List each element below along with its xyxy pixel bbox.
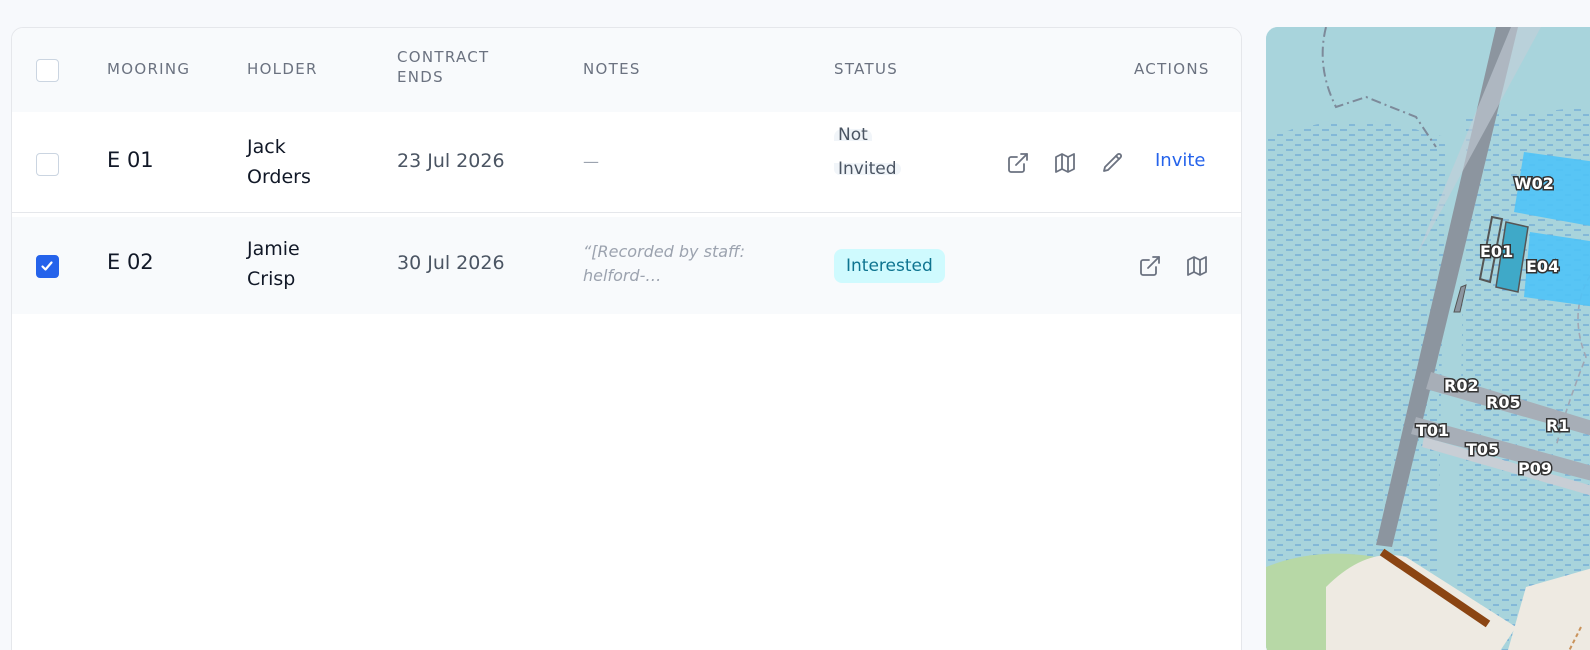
open-external-icon[interactable] (1138, 254, 1162, 278)
map-label[interactable]: E01 (1479, 241, 1515, 263)
header-contract-ends-line2: ENDS (397, 68, 444, 86)
header-actions: ACTIONS (1134, 60, 1210, 78)
table-header: MOORING HOLDER CONTRACT ENDS NOTES STATU… (12, 28, 1241, 112)
edit-pencil-icon[interactable] (1101, 151, 1125, 175)
notes-text[interactable]: “[Recorded by staff: helford-… (583, 240, 793, 288)
holder-name: Jack Orders (247, 132, 367, 192)
holder-name: Jamie Crisp (247, 234, 367, 294)
mooring-id: E 02 (107, 250, 154, 274)
row-checkbox-checked[interactable] (36, 255, 59, 278)
table-row[interactable]: E 01 Jack Orders 23 Jul 2026 — Not Invit… (12, 112, 1241, 213)
header-mooring[interactable]: MOORING (107, 59, 190, 79)
map-label[interactable]: R02 (1443, 375, 1481, 397)
holder-first-name: Jamie (247, 238, 300, 260)
select-all-checkbox[interactable] (36, 59, 59, 82)
status-badge: Not Invited (834, 127, 901, 178)
notes-line1: “[Recorded by staff: (583, 242, 745, 261)
map-label[interactable]: T05 (1465, 439, 1501, 461)
open-external-icon[interactable] (1006, 151, 1030, 175)
invite-button[interactable]: Invite (1155, 150, 1206, 171)
map-label[interactable]: E04 (1525, 256, 1561, 278)
status-line1: Not (834, 127, 872, 144)
map-label[interactable]: T01 (1415, 420, 1451, 442)
map-canvas[interactable]: W02 E01 E04 R02 R05 R1 T01 T05 P09 (1266, 27, 1590, 650)
status-badge: Interested (834, 249, 945, 283)
header-contract-ends[interactable]: CONTRACT ENDS (397, 47, 490, 87)
map-label[interactable]: R05 (1485, 392, 1523, 414)
map-label[interactable]: R1 (1545, 415, 1571, 437)
status-line2: Invited (834, 161, 901, 178)
moorings-table: MOORING HOLDER CONTRACT ENDS NOTES STATU… (11, 27, 1242, 650)
header-notes[interactable]: NOTES (583, 59, 641, 79)
table-row[interactable]: E 02 Jamie Crisp 30 Jul 2026 “[Recorded … (12, 217, 1241, 314)
holder-last-name: Orders (247, 166, 311, 188)
map-label[interactable]: W02 (1513, 173, 1556, 195)
contract-end-date: 30 Jul 2026 (397, 252, 505, 274)
notes-line2: helford-… (583, 266, 662, 285)
row-checkbox[interactable] (36, 153, 59, 176)
map-label[interactable]: P09 (1517, 458, 1554, 480)
header-status[interactable]: STATUS (834, 59, 898, 79)
holder-last-name: Crisp (247, 268, 296, 290)
notes-empty: — (583, 152, 599, 171)
page: MOORING HOLDER CONTRACT ENDS NOTES STATU… (0, 0, 1590, 650)
header-contract-ends-line1: CONTRACT (397, 48, 490, 66)
header-holder[interactable]: HOLDER (247, 59, 318, 79)
mooring-id: E 01 (107, 148, 154, 172)
holder-first-name: Jack (247, 136, 286, 158)
mooring-map[interactable]: W02 E01 E04 R02 R05 R1 T01 T05 P09 (1266, 27, 1590, 650)
map-icon[interactable] (1053, 151, 1077, 175)
contract-end-date: 23 Jul 2026 (397, 150, 505, 172)
map-icon[interactable] (1185, 254, 1209, 278)
